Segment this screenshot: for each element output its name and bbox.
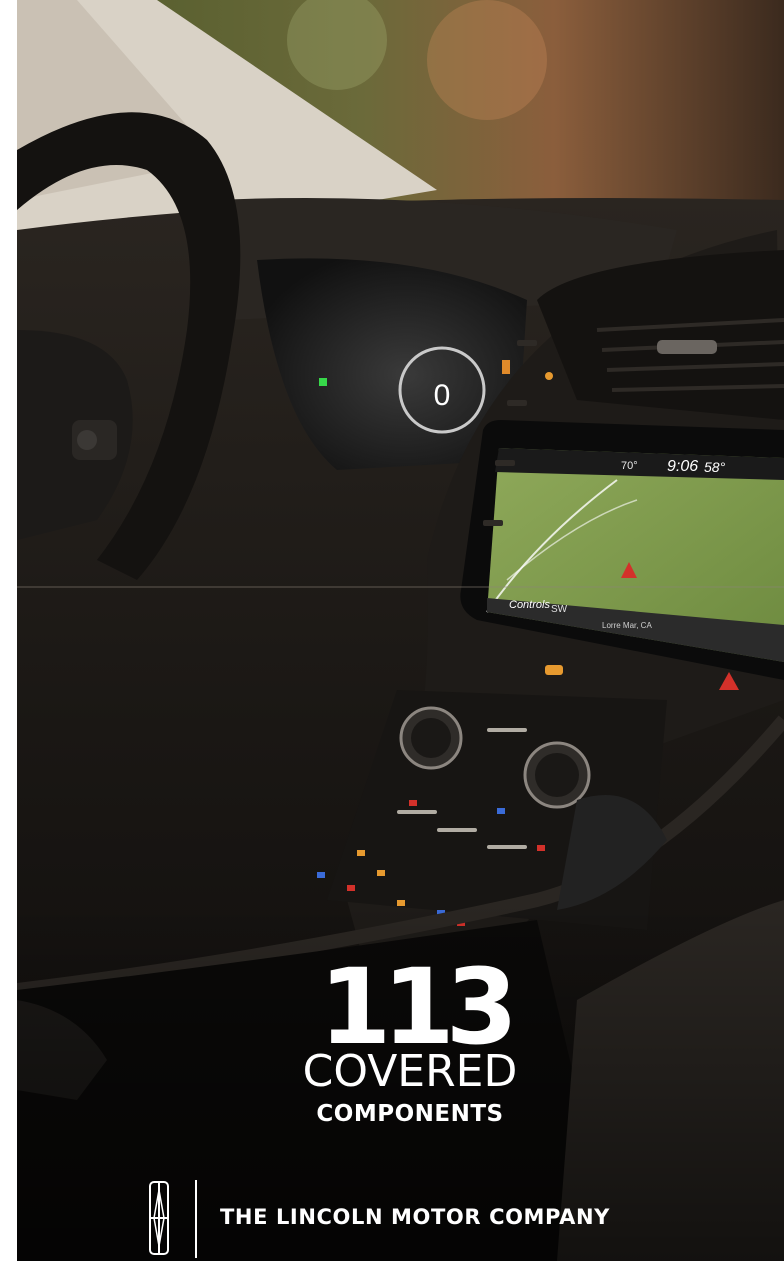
screen-outside-temp: 70°: [621, 460, 638, 472]
screen-location: Lorre Mar, CA: [602, 621, 652, 630]
screen-tab-sw[interactable]: SW: [551, 604, 568, 615]
screen-tab-controls[interactable]: Controls: [509, 599, 550, 611]
logo-divider: [195, 1180, 197, 1258]
cluster-speed: 0: [434, 379, 451, 412]
screen-cabin-temp: 58°: [704, 459, 726, 475]
screen-clock: 9:06: [667, 458, 698, 475]
headline-components: COMPONENTS: [316, 1101, 504, 1127]
company-name: THE LINCOLN MOTOR COMPANY: [220, 1205, 610, 1229]
headline-covered: COVERED: [302, 1046, 518, 1097]
covered-count: 113: [318, 946, 518, 1068]
lincoln-star-logo: [149, 1181, 169, 1255]
